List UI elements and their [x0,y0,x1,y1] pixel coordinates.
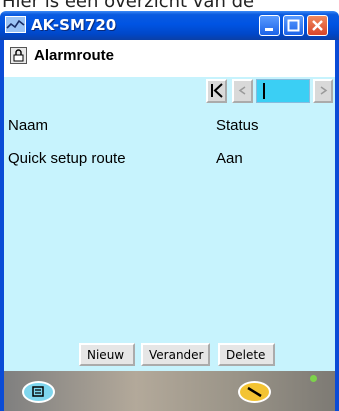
record-index-field[interactable] [256,79,310,103]
status-led-icon [310,375,317,382]
lock-button[interactable] [10,47,27,64]
close-button[interactable] [307,15,328,36]
first-record-icon [211,83,223,98]
change-button[interactable]: Verander [141,343,210,366]
column-header-status: Status [216,117,259,134]
previous-record-icon [238,86,246,95]
tool-icon [247,386,262,398]
route-status-cell[interactable]: Aan [216,150,243,167]
tool-button[interactable] [238,381,271,403]
home-icon [32,386,44,397]
lock-icon [13,49,24,62]
page-title: Alarmroute [34,47,115,64]
route-name-cell[interactable]: Quick setup route [8,150,126,167]
delete-button[interactable]: Delete [218,343,275,366]
window-titlebar[interactable]: AK-SM720 [0,11,339,40]
maximize-button[interactable] [283,15,304,36]
maximize-icon [287,19,300,32]
minimize-button[interactable] [259,15,280,36]
next-record-icon [320,86,328,95]
page-caption: Hier is een overzicht van de [0,0,339,11]
new-button[interactable]: Nieuw [79,343,135,366]
column-header-naam: Naam [8,117,49,134]
nav-prev-button[interactable] [232,79,253,103]
home-button[interactable] [22,381,55,403]
app-icon [5,16,26,33]
minimize-icon [265,28,273,31]
window-title: AK-SM720 [31,16,117,34]
nav-next-button[interactable] [313,79,333,103]
close-icon [312,20,323,31]
text-cursor [263,83,265,99]
nav-first-button[interactable] [206,79,227,103]
caption-text: Hier is een overzicht van de [2,0,255,11]
